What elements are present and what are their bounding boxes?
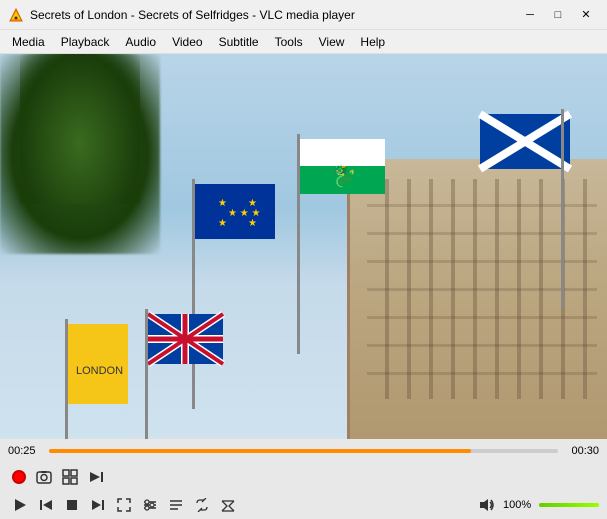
svg-text:LONDON: LONDON [76,365,123,377]
show-hide-button[interactable] [58,466,82,488]
close-button[interactable]: ✕ [573,5,599,25]
snapshot-icon [36,469,52,485]
time-total: 00:30 [564,445,599,457]
menu-subtitle[interactable]: Subtitle [211,30,267,53]
window-controls: ─ □ ✕ [517,5,599,25]
mute-button[interactable] [475,494,499,516]
volume-percent-label: 100% [503,499,535,511]
fullscreen-icon [117,498,131,512]
flags-svg: 🐉 ★ ★ ★ ★ ★ ★ ★ [0,54,607,439]
window-title: Secrets of London - Secrets of Selfridge… [30,8,517,22]
maximize-button[interactable]: □ [545,5,571,25]
menu-help[interactable]: Help [352,30,393,53]
video-area[interactable]: 🐉 ★ ★ ★ ★ ★ ★ ★ [0,54,607,439]
menu-tools[interactable]: Tools [267,30,311,53]
menu-audio[interactable]: Audio [117,30,164,53]
controls-bar: 00:25 00:30 [0,439,607,519]
record-icon [12,470,26,484]
vlc-icon [8,7,24,23]
title-bar: Secrets of London - Secrets of Selfridge… [0,0,607,30]
volume-area: 100% [475,494,599,516]
minimize-button[interactable]: ─ [517,5,543,25]
playlist-button[interactable] [164,494,188,516]
progress-fill [49,449,471,453]
svg-text:★: ★ [218,218,227,229]
fullscreen-button[interactable] [112,494,136,516]
button-row-top [0,463,607,491]
play-icon [13,498,27,512]
snapshot-button[interactable] [32,466,56,488]
volume-bar[interactable] [539,503,599,507]
menu-video[interactable]: Video [164,30,210,53]
volume-fill [539,503,599,507]
random-icon [221,498,235,512]
stop-icon [66,499,78,511]
video-canvas: 🐉 ★ ★ ★ ★ ★ ★ ★ [0,54,607,439]
menu-bar: Media Playback Audio Video Subtitle Tool… [0,30,607,54]
svg-text:🐉: 🐉 [330,164,357,189]
menu-playback[interactable]: Playback [53,30,118,53]
prev-icon [38,497,54,513]
svg-text:★: ★ [218,198,227,209]
play-button[interactable] [8,494,32,516]
time-current: 00:25 [8,445,43,457]
svg-text:★: ★ [248,198,257,209]
progress-bar[interactable] [49,449,558,453]
random-button[interactable] [216,494,240,516]
frame-icon [88,469,104,485]
svg-text:★: ★ [248,218,257,229]
show-hide-icon [62,469,78,485]
prev-button[interactable] [34,494,58,516]
playlist-icon [169,498,183,512]
extended-button[interactable] [138,494,162,516]
loop-icon [195,498,209,512]
loop-button[interactable] [190,494,214,516]
volume-icon [479,497,495,513]
next-button[interactable] [86,494,110,516]
record-button[interactable] [8,466,30,488]
menu-view[interactable]: View [311,30,353,53]
extended-icon [143,498,157,512]
next-icon [90,497,106,513]
stop-button[interactable] [60,494,84,516]
progress-area: 00:25 00:30 [0,439,607,463]
button-row-bottom: 100% [0,491,607,519]
menu-media[interactable]: Media [4,30,53,53]
frame-button[interactable] [84,466,108,488]
